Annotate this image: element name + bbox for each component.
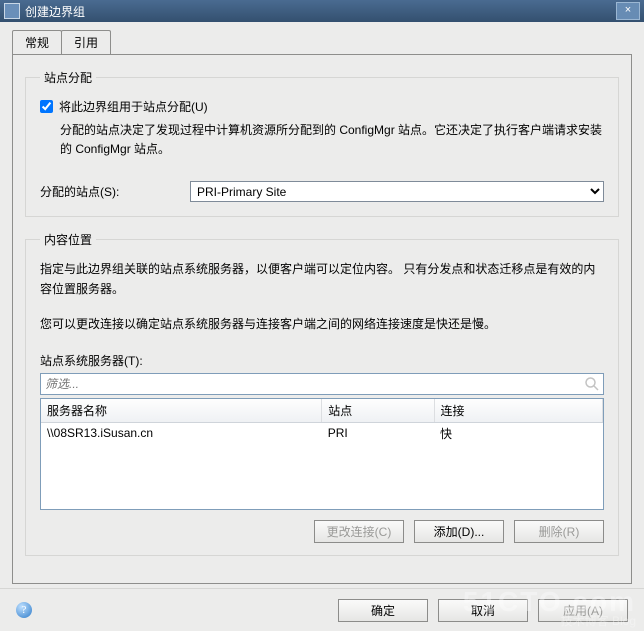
use-for-site-assignment-row: 将此边界组用于站点分配(U) <box>40 98 604 115</box>
filter-input[interactable] <box>40 373 604 395</box>
table-row[interactable]: \\08SR13.iSusan.cn PRI 快 <box>41 422 603 444</box>
assigned-site-label: 分配的站点(S): <box>40 183 190 200</box>
ok-button[interactable]: 确定 <box>338 599 428 622</box>
site-assignment-description: 分配的站点决定了发现过程中计算机资源所分配到的 ConfigMgr 站点。它还决… <box>60 121 604 159</box>
group-site-assignment-legend: 站点分配 <box>40 69 96 86</box>
bottom-bar: ? 确定 取消 应用(A) <box>0 588 644 631</box>
tab-references[interactable]: 引用 <box>61 30 111 54</box>
assigned-site-dropdown[interactable]: PRI-Primary Site <box>190 181 604 202</box>
search-icon <box>584 376 600 392</box>
window-title: 创建边界组 <box>25 3 616 20</box>
table-header-row: 服务器名称 站点 连接 <box>41 399 603 423</box>
apply-button[interactable]: 应用(A) <box>538 599 628 622</box>
group-content-location-legend: 内容位置 <box>40 231 96 248</box>
cell-site: PRI <box>322 422 434 444</box>
group-site-assignment: 站点分配 将此边界组用于站点分配(U) 分配的站点决定了发现过程中计算机资源所分… <box>25 69 619 217</box>
col-connection[interactable]: 连接 <box>434 399 602 423</box>
add-button[interactable]: 添加(D)... <box>414 520 504 543</box>
col-server-name[interactable]: 服务器名称 <box>41 399 322 423</box>
cell-server-name: \\08SR13.iSusan.cn <box>41 422 322 444</box>
use-for-site-assignment-label: 将此边界组用于站点分配(U) <box>59 98 208 115</box>
cell-connection: 快 <box>434 422 602 444</box>
change-connection-button[interactable]: 更改连接(C) <box>314 520 404 543</box>
filter-wrap <box>40 373 604 395</box>
col-site[interactable]: 站点 <box>322 399 434 423</box>
dialog-body: 常规 引用 站点分配 将此边界组用于站点分配(U) 分配的站点决定了发现过程中计… <box>0 22 644 631</box>
tab-strip: 常规 引用 <box>12 32 632 54</box>
servers-table: 服务器名称 站点 连接 \\08SR13.iSusan.cn PRI 快 <box>40 398 604 510</box>
group-content-location: 内容位置 指定与此边界组关联的站点系统服务器，以便客户端可以定位内容。 只有分发… <box>25 231 619 556</box>
app-icon <box>4 3 20 19</box>
tab-general[interactable]: 常规 <box>12 30 62 54</box>
cancel-button[interactable]: 取消 <box>438 599 528 622</box>
dialog-window: 创建边界组 × 常规 引用 站点分配 将此边界组用于站点分配(U) 分配的站点决… <box>0 0 644 631</box>
tab-page: 站点分配 将此边界组用于站点分配(U) 分配的站点决定了发现过程中计算机资源所分… <box>12 54 632 584</box>
help-icon[interactable]: ? <box>16 602 32 618</box>
remove-button[interactable]: 删除(R) <box>514 520 604 543</box>
content-location-desc-2: 您可以更改连接以确定站点系统服务器与连接客户端之间的网络连接速度是快还是慢。 <box>40 315 604 334</box>
close-icon[interactable]: × <box>616 2 640 20</box>
server-buttons-row: 更改连接(C) 添加(D)... 删除(R) <box>40 520 604 543</box>
site-system-servers-label: 站点系统服务器(T): <box>40 352 604 369</box>
assigned-site-row: 分配的站点(S): PRI-Primary Site <box>40 181 604 202</box>
use-for-site-assignment-checkbox[interactable] <box>40 100 53 113</box>
content-location-desc-1: 指定与此边界组关联的站点系统服务器，以便客户端可以定位内容。 只有分发点和状态迁… <box>40 260 604 298</box>
title-bar: 创建边界组 × <box>0 0 644 22</box>
